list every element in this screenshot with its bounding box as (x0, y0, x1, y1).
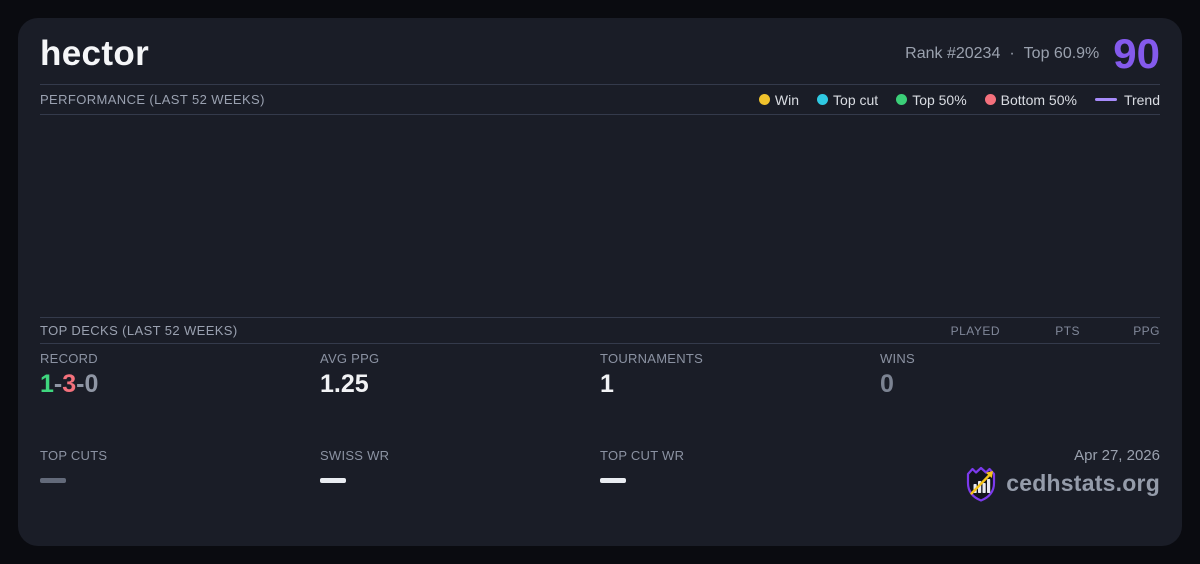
legend-label: Win (774, 91, 800, 108)
top-50-dot-icon (896, 94, 908, 105)
rank-line: Rank #20234 · Top 60.9% (905, 45, 1099, 63)
legend-item-top-50: Top 50% (896, 91, 967, 108)
legend-item-trend: Trend (1094, 91, 1160, 108)
performance-header-row: PERFORMANCE (LAST 52 WEEKS) Win Top cut … (40, 85, 1160, 114)
stat-label: WINS (880, 351, 915, 366)
player-score: 90 (1113, 30, 1160, 77)
stat-record: RECORD 1-3-0 (40, 344, 320, 445)
performance-chart (40, 115, 1160, 317)
stat-label: TOP CUTS (40, 447, 108, 463)
stat-top-cuts: TOP CUTS (40, 445, 320, 547)
stat-label: TOURNAMENTS (600, 351, 704, 366)
record-losses: 3 (62, 370, 77, 398)
brand-name: cedhstats.org (1006, 470, 1160, 496)
stats-grid: RECORD 1-3-0 AVG PPG 1.25 TOURNAMENTS 1 … (40, 344, 1160, 546)
stat-label: SWISS WR (320, 447, 390, 463)
wins-value: 0 (880, 370, 894, 398)
stat-tournaments: TOURNAMENTS 1 (600, 344, 880, 445)
stat-top-cut-wr: TOP CUT WR (600, 445, 880, 547)
chart-legend: Win Top cut Top 50% Bottom 50% Trend (758, 91, 1160, 108)
legend-item-win: Win (758, 91, 800, 108)
performance-title: PERFORMANCE (LAST 52 WEEKS) (40, 92, 265, 107)
stat-swiss-wr: SWISS WR (320, 445, 600, 547)
stat-label: RECORD (40, 351, 98, 366)
swiss-wr-no-data-dash (320, 477, 346, 483)
legend-item-bottom-50: Bottom 50% (984, 91, 1077, 108)
top-decks-title: TOP DECKS (LAST 52 WEEKS) (40, 323, 238, 338)
record-separator: - (53, 370, 63, 398)
trend-line-icon (1094, 98, 1117, 101)
stat-label: TOP CUT WR (600, 447, 685, 463)
top-decks-header-row: TOP DECKS (LAST 52 WEEKS) PLAYED PTS PPG (40, 318, 1160, 343)
column-header-ppg: PPG (1133, 323, 1160, 338)
card-header: hector Rank #20234 · Top 60.9% 90 (40, 18, 1160, 84)
top-cut-wr-no-data-dash (600, 477, 626, 483)
stat-wins: WINS 0 (880, 344, 1160, 445)
column-header-played: PLAYED (950, 323, 1000, 338)
top-decks-column-headers: PLAYED PTS PPG (920, 324, 1160, 338)
record-draws: 0 (84, 370, 99, 398)
bottom-50-dot-icon (984, 94, 996, 105)
cedhstats-shield-logo-icon (967, 466, 996, 502)
top-cuts-no-data-dash (40, 477, 66, 483)
top-cut-dot-icon (817, 94, 829, 105)
player-name: hector (40, 34, 150, 73)
stat-label: AVG PPG (320, 351, 380, 366)
top-percent-text: Top 60.9% (1023, 45, 1100, 62)
rank-text: Rank #20234 (905, 45, 1001, 62)
record-wins: 1 (40, 370, 54, 398)
legend-label: Top 50% (912, 91, 967, 108)
header-right: Rank #20234 · Top 60.9% 90 (905, 33, 1160, 75)
rank-separator: · (1009, 45, 1015, 62)
record-value: 1-3-0 (40, 368, 320, 400)
legend-label: Trend (1123, 91, 1160, 108)
tournaments-value: 1 (600, 370, 614, 398)
legend-item-top-cut: Top cut (817, 92, 878, 108)
avg-ppg-value: 1.25 (320, 370, 369, 398)
legend-label: Bottom 50% (1000, 91, 1077, 108)
page-background: hector Rank #20234 · Top 60.9% 90 PERFOR… (0, 0, 1200, 564)
footer: Apr 27, 2026 cedhstats.org (880, 445, 1160, 547)
stat-avg-ppg: AVG PPG 1.25 (320, 344, 600, 445)
brand-row: cedhstats.org (880, 466, 1160, 502)
player-stats-card: hector Rank #20234 · Top 60.9% 90 PERFOR… (18, 18, 1182, 546)
legend-label: Top cut (833, 91, 879, 108)
win-dot-icon (758, 94, 770, 105)
column-header-pts: PTS (1055, 323, 1080, 338)
generated-date: Apr 27, 2026 (1074, 446, 1160, 464)
